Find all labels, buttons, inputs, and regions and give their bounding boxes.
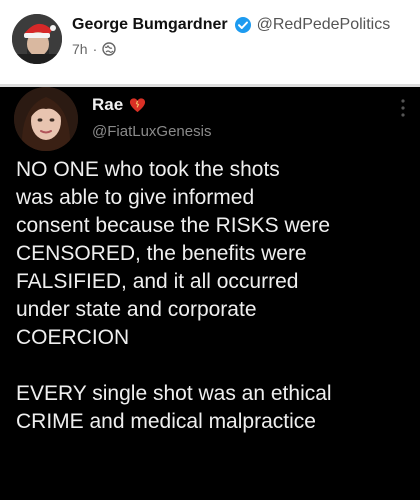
tweet-text-line: FALSIFIED, and it all occurred xyxy=(16,270,299,293)
meta-separator: · xyxy=(92,41,98,57)
tweet-text-line: consent because the RISKS were xyxy=(16,214,331,237)
embedded-author-handle: @FiatLuxGenesis xyxy=(92,123,212,140)
author-handle[interactable]: @RedPedePolitics xyxy=(257,16,391,34)
tweet-text-line: CENSORED, the benefits were xyxy=(16,242,307,265)
author-avatar[interactable] xyxy=(12,14,62,64)
author-line: George Bumgardner @RedPedePolitics xyxy=(72,16,390,34)
embedded-top-edge xyxy=(0,84,420,87)
tweet-text-line: CRIME and medical malpractice xyxy=(16,410,316,433)
post-header: George Bumgardner @RedPedePolitics 7h · xyxy=(0,0,420,84)
tweet-text-line: COERCION xyxy=(16,326,130,349)
embedded-author-line: Rae xyxy=(92,95,146,115)
globe-icon xyxy=(102,42,116,56)
more-vertical-icon xyxy=(401,99,405,117)
post-meta: 7h · xyxy=(72,41,116,57)
embedded-tweet-text: NO ONE who took the shots was able to gi… xyxy=(16,156,412,436)
embedded-author-name: Rae xyxy=(92,95,124,114)
heart-emoji-icon xyxy=(130,97,146,112)
tweet-text-line: EVERY single shot was an ethical xyxy=(16,382,332,405)
tweet-text-line: was able to give informed xyxy=(16,186,255,209)
verified-badge-icon xyxy=(234,17,251,33)
post-time[interactable]: 7h xyxy=(72,41,88,57)
embedded-author-avatar xyxy=(14,87,78,151)
author-name[interactable]: George Bumgardner xyxy=(72,16,228,34)
tweet-text-line: NO ONE who took the shots xyxy=(16,158,280,181)
tweet-text-line: under state and corporate xyxy=(16,298,257,321)
